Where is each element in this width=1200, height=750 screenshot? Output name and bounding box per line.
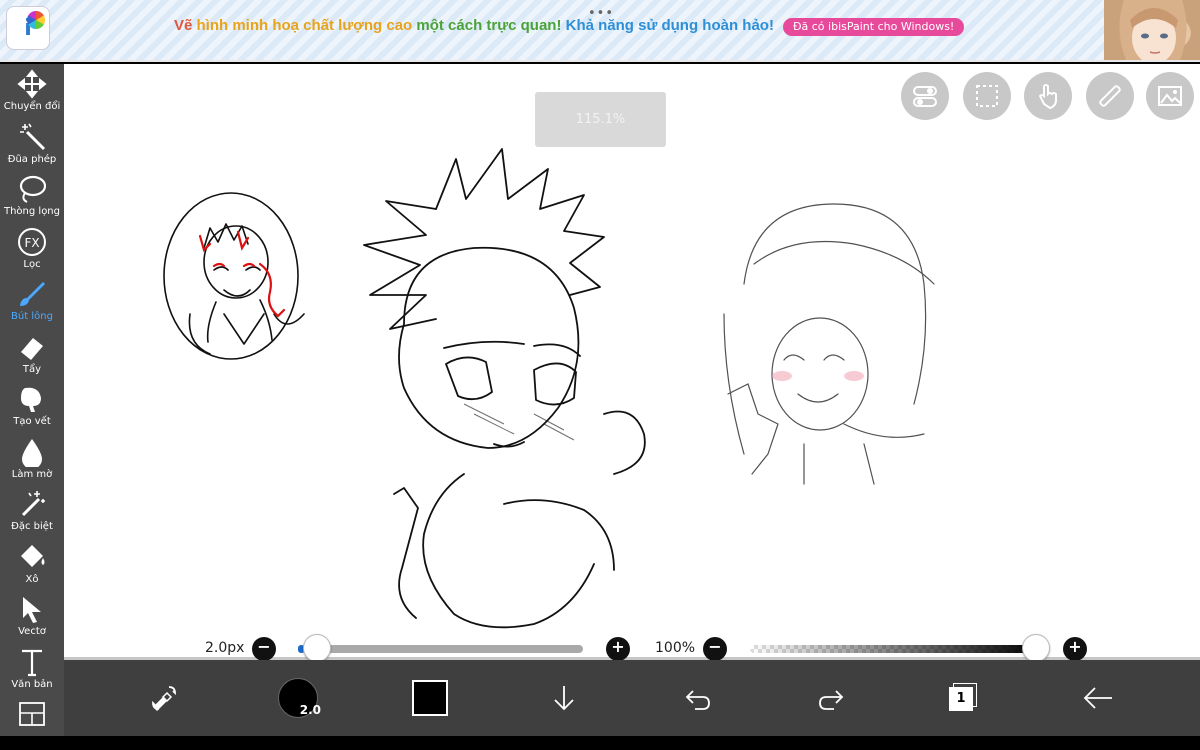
tool-special[interactable]: Đặc biệt — [0, 488, 64, 540]
brush-size-decrease-button[interactable]: − — [252, 637, 276, 661]
banner-headline: Vẽ hình minh hoạ chất lượng cao một cách… — [174, 17, 774, 34]
opacity-decrease-button[interactable]: − — [703, 637, 727, 661]
move-arrows-icon — [16, 68, 48, 100]
reference-image-button[interactable] — [1146, 72, 1194, 120]
opacity-value: 100% — [655, 640, 696, 656]
hand-icon — [1038, 84, 1057, 110]
brush-preview-circle: 2.0 — [278, 678, 321, 718]
layer-count: 1 — [949, 687, 973, 711]
headline-part-1: Vẽ — [174, 17, 197, 34]
headline-part-4: Khả năng sử dụng hoàn hảo! — [565, 17, 774, 34]
tool-label: Vectơ — [18, 626, 46, 637]
opacity-slider-thumb[interactable] — [1022, 634, 1050, 662]
toggle-icon — [913, 86, 937, 107]
undo-icon — [685, 690, 710, 710]
banner-cta-button[interactable]: Đã có ibisPaint cho Windows! — [783, 18, 965, 36]
headline-part-3: một cách trực quan! — [416, 17, 566, 34]
tool-label: Thòng lọng — [3, 206, 60, 217]
ruler-icon — [1099, 85, 1121, 107]
layers-button[interactable]: 1 — [934, 660, 994, 736]
tool-label: Chuyển đổi — [3, 101, 61, 112]
ad-banner[interactable]: i ••• Vẽ hình minh hoạ chất lượng cao mộ… — [0, 0, 1200, 62]
banner-character-image — [1104, 0, 1200, 60]
brush-icon — [16, 278, 48, 310]
back-button[interactable] — [1068, 660, 1128, 736]
svg-text:FX: FX — [24, 236, 39, 250]
tool-label: Văn bản — [11, 678, 53, 690]
sparkle-wand-icon — [16, 488, 48, 520]
redo-button[interactable] — [801, 660, 861, 736]
brush-size-slider-track[interactable] — [298, 645, 583, 653]
tool-sidebar: Chuyển đổi Đũa phép Thòng lọng FX Lọc Bút lôn… — [0, 64, 64, 736]
tool-lasso[interactable]: Thòng lọng — [0, 173, 64, 225]
tool-vector[interactable]: Vectơ — [0, 593, 64, 645]
system-bar — [0, 736, 1200, 750]
tool-label: Đặc biệt — [11, 521, 53, 532]
bottom-toolbar: 2.0 1 — [64, 660, 1200, 736]
tool-brush[interactable]: Bút lông — [0, 278, 64, 330]
fx-icon: FX — [16, 226, 48, 258]
zoom-indicator: 115.1% — [535, 92, 666, 147]
opacity-increase-button[interactable]: + — [1063, 637, 1087, 661]
brush-eraser-swap-button[interactable] — [134, 660, 194, 736]
tool-label: Tẩy — [22, 363, 42, 375]
selection-icon — [976, 85, 998, 107]
brush-size-increase-button[interactable]: + — [606, 637, 630, 661]
layers-icon: 1 — [949, 683, 979, 713]
headline-part-2: hình minh hoạ chất lượng cao — [196, 17, 417, 34]
brush-size-slider-thumb[interactable] — [303, 634, 331, 662]
ruler-button[interactable] — [1086, 72, 1134, 120]
tool-label: Xô — [25, 573, 39, 585]
tool-magic-wand[interactable]: Đũa phép — [0, 121, 64, 173]
tool-label: Bút lông — [11, 311, 53, 322]
tool-filter[interactable]: FX Lọc — [0, 226, 64, 278]
arrow-down-icon — [554, 686, 574, 711]
brush-preview-button[interactable]: 2.0 — [268, 660, 328, 736]
selection-button[interactable] — [963, 72, 1011, 120]
tool-fill[interactable]: Xô — [0, 541, 64, 593]
tool-label: Làm mờ — [11, 468, 53, 480]
current-color-swatch — [412, 680, 448, 716]
magic-wand-icon — [16, 121, 48, 153]
text-icon — [16, 646, 48, 678]
ibispaint-logo: i — [6, 6, 50, 50]
brush-size-badge: 2.0 — [299, 703, 321, 717]
blur-drop-icon — [16, 436, 48, 468]
tool-transform[interactable]: Chuyển đổi — [0, 68, 64, 120]
lasso-icon — [16, 173, 48, 205]
drawing-canvas[interactable]: 115.1% — [64, 64, 1200, 660]
sketch-artwork — [163, 148, 935, 629]
menu-down-button[interactable] — [534, 660, 594, 736]
vector-cursor-icon — [16, 593, 48, 625]
tool-label: Đũa phép — [7, 153, 57, 165]
bucket-icon — [16, 541, 48, 573]
color-picker-button[interactable] — [400, 660, 460, 736]
tool-eraser[interactable]: Tẩy — [0, 331, 64, 383]
smudge-icon — [16, 383, 48, 415]
arrow-left-icon — [1083, 687, 1112, 709]
brush-size-value: 2.0px — [205, 640, 245, 656]
hand-tool-button[interactable] — [1024, 72, 1072, 120]
redo-icon — [819, 690, 844, 710]
tool-text[interactable]: Văn bản — [0, 646, 64, 698]
tool-label: Tạo vết — [13, 416, 51, 427]
brush-eraser-swap-icon — [152, 686, 176, 711]
tool-smudge[interactable]: Tạo vết — [0, 383, 64, 435]
tool-label: Lọc — [23, 258, 41, 270]
eraser-icon — [16, 331, 48, 363]
color-wheel-icon — [27, 11, 45, 29]
frame-divider-icon — [16, 698, 48, 730]
opacity-slider-track[interactable] — [750, 645, 1040, 653]
reference-image-icon — [1158, 86, 1182, 106]
toggle-ui-button[interactable] — [901, 72, 949, 120]
tool-blur[interactable]: Làm mờ — [0, 436, 64, 488]
undo-button[interactable] — [668, 660, 728, 736]
